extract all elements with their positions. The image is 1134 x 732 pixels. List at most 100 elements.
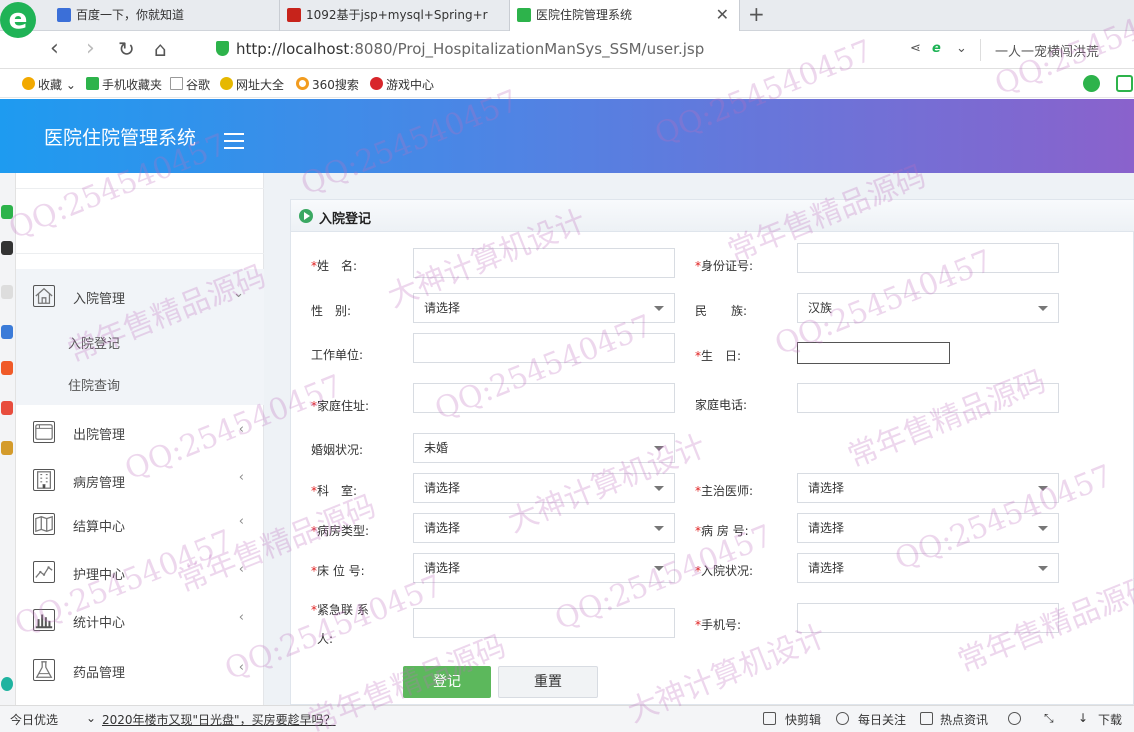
mobile-input[interactable]	[797, 603, 1059, 633]
sidebar-item-nursing[interactable]: 护理中心 ‹	[16, 549, 264, 595]
chat-icon[interactable]	[1083, 75, 1100, 92]
speed-icon[interactable]	[1008, 712, 1021, 725]
app-icon[interactable]	[1, 401, 13, 415]
refresh-icon[interactable]: ↻	[118, 37, 135, 61]
status-today-picks[interactable]: 今日优选	[10, 711, 58, 728]
tab-baidu[interactable]: 百度一下，你就知道	[50, 0, 280, 31]
home-icon[interactable]: ⌂	[154, 37, 167, 61]
chevron-down-icon[interactable]: ⌄	[86, 711, 96, 725]
label-text: 紧急联 系	[317, 603, 369, 617]
address-bar: ‹ › ↻ ⌂ http://localhost:8080/Proj_Hospi…	[0, 31, 1134, 69]
idcard-input[interactable]	[797, 243, 1059, 273]
label-text: 生 日:	[701, 349, 742, 363]
caret-down-icon	[654, 526, 664, 531]
play-circle-icon	[299, 209, 313, 223]
download-icon: ↓	[1078, 711, 1089, 725]
menu-toggle-icon[interactable]	[224, 133, 244, 149]
address-input[interactable]	[413, 383, 675, 413]
window-icon	[33, 421, 55, 443]
bookmark-games[interactable]: 游戏中心	[370, 76, 434, 93]
wardno-select[interactable]: 请选择	[797, 513, 1059, 543]
admission-status-select[interactable]: 请选择	[797, 553, 1059, 583]
url-input[interactable]: http://localhost:8080/Proj_Hospitalizati…	[236, 40, 704, 58]
emergency-contact-input[interactable]	[413, 608, 675, 638]
status-quick-edit[interactable]: 快剪辑	[785, 711, 821, 728]
new-tab-button[interactable]: +	[748, 2, 765, 26]
sidebar-subitem-admission-query[interactable]: 住院查询	[68, 375, 120, 394]
address-label: *家庭住址:	[311, 397, 369, 414]
name-input[interactable]	[413, 248, 675, 278]
tools-icon[interactable]: ⤡	[1044, 711, 1054, 726]
birthday-label: *生 日:	[695, 347, 741, 364]
status-hot-news[interactable]: 热点资讯	[940, 711, 988, 728]
app-icon[interactable]	[1, 285, 13, 299]
select-value: 请选择	[424, 301, 461, 315]
app-title: 医院住院管理系统	[44, 127, 197, 149]
translate-icon[interactable]	[1116, 75, 1133, 92]
back-icon[interactable]: ‹	[50, 37, 59, 61]
red-site-icon	[287, 8, 301, 22]
tab-project[interactable]: 1092基于jsp+mysql+Spring+r	[280, 0, 510, 31]
app-icon[interactable]	[1, 241, 13, 255]
sidebar-item-admission[interactable]: 入院管理 ⌄	[16, 273, 264, 319]
app-icon[interactable]	[1, 677, 13, 691]
browser-status-bar: 今日优选 ⌄ 2020年楼市又现"日光盘"，买房要趁早吗？ 快剪辑 每日关注 热…	[0, 705, 1134, 732]
department-label: *科 室:	[311, 482, 357, 499]
wardtype-select[interactable]: 请选择	[413, 513, 675, 543]
close-icon[interactable]: ✕	[716, 0, 729, 30]
marital-select[interactable]: 未婚	[413, 433, 675, 463]
select-value: 请选择	[424, 561, 461, 575]
forward-icon[interactable]: ›	[86, 37, 95, 61]
doctor-select[interactable]: 请选择	[797, 473, 1059, 503]
employer-input[interactable]	[413, 333, 675, 363]
sidebar-item-discharge[interactable]: 出院管理 ‹	[16, 409, 264, 455]
chevron-down-icon[interactable]: ⌄	[956, 41, 967, 56]
gender-select[interactable]: 请选择	[413, 293, 675, 323]
department-select[interactable]: 请选择	[413, 473, 675, 503]
bookmark-directory[interactable]: 网址大全	[220, 76, 284, 93]
birthday-input[interactable]	[797, 342, 950, 364]
sidebar-item-statistics[interactable]: 统计中心 ‹	[16, 597, 264, 643]
url-host: http://localhost	[236, 40, 350, 58]
play-icon	[836, 712, 849, 725]
baidu-icon	[57, 8, 71, 22]
search-suggestion[interactable]: 一人一宠横闯洪荒	[995, 41, 1099, 60]
search-360-icon	[296, 77, 309, 90]
sidebar-item-medicine[interactable]: 药品管理 ‹	[16, 647, 264, 693]
caret-down-icon	[1038, 486, 1048, 491]
caret-down-icon	[654, 446, 664, 451]
bookmark-360-search[interactable]: 360搜索	[296, 76, 359, 93]
bookmark-favorites[interactable]: 收藏 ⌄	[22, 76, 76, 93]
bookmark-mobile[interactable]: 手机收藏夹	[86, 76, 162, 93]
tab-title: 百度一下，你就知道	[76, 8, 185, 22]
bookmark-google[interactable]: 谷歌	[170, 76, 210, 93]
app-icon[interactable]	[1, 361, 13, 375]
reset-button[interactable]: 重置	[498, 666, 598, 698]
browser-logo-icon: e	[0, 2, 36, 38]
select-value: 请选择	[424, 481, 461, 495]
sidebar-item-label: 出院管理	[73, 428, 126, 443]
compass-icon	[220, 77, 233, 90]
sidebar-subitem-admission-register[interactable]: 入院登记	[68, 333, 120, 352]
app-icon[interactable]	[1, 325, 13, 339]
phone-icon	[86, 77, 99, 90]
map-icon	[33, 513, 55, 535]
browser-mode-icon[interactable]: e	[932, 41, 941, 56]
app-icon[interactable]	[1, 441, 13, 455]
tab-hospital-active[interactable]: 医院住院管理系统 ✕	[510, 0, 740, 32]
bedno-select[interactable]: 请选择	[413, 553, 675, 583]
submit-button[interactable]: 登记	[403, 666, 491, 698]
wardtype-label: *病房类型:	[311, 522, 369, 539]
share-icon[interactable]: ⋖	[910, 41, 921, 56]
panel-title: 入院登记	[319, 212, 372, 227]
status-daily-focus[interactable]: 每日关注	[858, 711, 906, 728]
status-news-link[interactable]: 2020年楼市又现"日光盘"，买房要趁早吗？	[102, 711, 336, 728]
tab-title: 1092基于jsp+mysql+Spring+r	[306, 8, 488, 22]
phone-input[interactable]	[797, 383, 1059, 413]
ethnicity-select[interactable]: 汉族	[797, 293, 1059, 323]
app-icon[interactable]	[1, 205, 13, 219]
sidebar-item-ward[interactable]: 病房管理 ‹	[16, 457, 264, 503]
status-download[interactable]: 下载	[1098, 711, 1122, 728]
tab-title: 医院住院管理系统	[536, 8, 633, 22]
sidebar-item-settlement[interactable]: 结算中心 ‹	[16, 501, 264, 547]
